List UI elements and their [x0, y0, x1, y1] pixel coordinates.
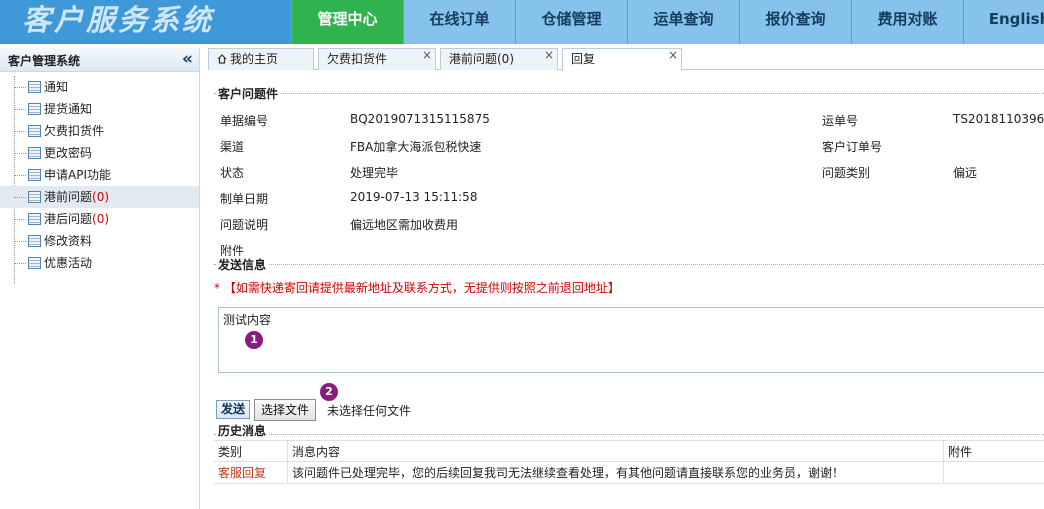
- close-icon[interactable]: ×: [668, 45, 678, 65]
- sidebar-item-label: 欠费扣货件: [44, 124, 105, 138]
- step-badge-2: 2: [320, 383, 338, 401]
- history-section-title: 历史消息: [216, 422, 269, 439]
- tab-arrears-hold[interactable]: 欠费扣货件 ×: [318, 48, 436, 70]
- row-content: 该问题件已处理完毕，您的后续回复我司无法继续查看处理，有其他问题请直接联系您的业…: [288, 462, 944, 484]
- app-title: 客户服务系统: [22, 3, 215, 37]
- tab-label: 我的主页: [230, 52, 279, 66]
- status-label: 状态: [220, 166, 245, 180]
- sidebar-item-pickup-notice[interactable]: 提货通知: [0, 98, 199, 120]
- sidebar-item-apply-api[interactable]: 申请API功能: [0, 164, 199, 186]
- nav-item-billing[interactable]: 费用对账: [851, 0, 963, 44]
- nav-item-quote-query[interactable]: 报价查询: [739, 0, 851, 44]
- created-date-value: 2019-07-13 15:11:58: [350, 190, 478, 204]
- sidebar-item-promotions[interactable]: 优惠活动: [0, 252, 199, 274]
- section-divider: [214, 434, 1044, 435]
- created-date-label: 制单日期: [220, 192, 269, 206]
- doc-no-value: BQ2019071315115875: [350, 112, 490, 126]
- history-table: 类别 消息内容 附件 客服回复 该问题件已处理完毕，您的后续回复我司无法继续查看…: [214, 440, 1044, 484]
- document-icon: [28, 169, 41, 181]
- sidebar-item-post-port-issues[interactable]: 港后问题(0): [0, 208, 199, 230]
- row-attachment: [944, 462, 1044, 484]
- section-divider: [214, 264, 1044, 265]
- history-header-row: 类别 消息内容 附件: [214, 440, 1044, 463]
- sidebar-item-label: 提货通知: [44, 102, 93, 116]
- sidebar-item-count: (0): [92, 212, 110, 226]
- sidebar-item-label: 通知: [44, 80, 69, 94]
- step-badge-1: 1: [245, 331, 263, 349]
- close-icon[interactable]: ×: [544, 45, 554, 65]
- waybill-value: TS201811039609: [953, 112, 1044, 126]
- sidebar: 客户管理系统 « 通知 提货通知 欠费扣货件 更改密码 申请API功能 港前问题…: [0, 48, 200, 509]
- column-header-type: 类别: [214, 441, 288, 463]
- category-value: 偏远: [953, 166, 978, 180]
- sidebar-title: 客户管理系统: [8, 54, 81, 68]
- section-divider: [214, 93, 1044, 94]
- document-icon: [28, 191, 41, 203]
- top-header: 客户服务系统 管理中心 在线订单 仓储管理 运单查询 报价查询 费用对账 Eng…: [0, 0, 1044, 44]
- close-icon[interactable]: ×: [422, 45, 432, 65]
- description-value: 偏远地区需加收费用: [350, 218, 459, 232]
- description-label: 问题说明: [220, 218, 269, 232]
- channel-label: 渠道: [220, 140, 245, 154]
- reply-panel: 客户问题件 单据编号 BQ2019071315115875 运单号 TS2018…: [208, 70, 1044, 509]
- document-icon: [28, 103, 41, 115]
- customer-order-label: 客户订单号: [822, 140, 883, 154]
- sidebar-item-arrears-hold[interactable]: 欠费扣货件: [0, 120, 199, 142]
- nav-item-management-center[interactable]: 管理中心: [291, 0, 403, 44]
- tab-label: 回复: [571, 52, 596, 66]
- sidebar-item-label: 更改密码: [44, 146, 93, 160]
- sidebar-item-notice[interactable]: 通知: [0, 76, 199, 98]
- file-status-text: 未选择任何文件: [327, 404, 412, 418]
- double-chevron-left-icon[interactable]: «: [182, 49, 193, 69]
- choose-file-button[interactable]: 选择文件: [254, 399, 317, 421]
- sidebar-item-label: 修改资料: [44, 234, 93, 248]
- send-section-title: 发送信息: [216, 256, 269, 273]
- row-type: 客服回复: [214, 462, 288, 484]
- nav-item-english[interactable]: English: [963, 0, 1044, 44]
- return-address-notice: * 【如需快递寄回请提供最新地址及联系方式，无提供则按照之前退回地址】: [214, 281, 620, 295]
- document-icon: [28, 81, 41, 93]
- status-value: 处理完毕: [350, 166, 399, 180]
- column-header-content: 消息内容: [288, 441, 944, 463]
- sidebar-item-edit-profile[interactable]: 修改资料: [0, 230, 199, 252]
- channel-value: FBA加拿大海派包税快速: [350, 140, 482, 154]
- nav-item-waybill-query[interactable]: 运单查询: [627, 0, 739, 44]
- main-nav: 管理中心 在线订单 仓储管理 运单查询 报价查询 费用对账 English: [291, 0, 1044, 44]
- sidebar-item-count: (0): [92, 190, 110, 204]
- tab-label: 港前问题(0): [449, 52, 514, 66]
- document-icon: [28, 257, 41, 269]
- home-icon: [217, 54, 227, 64]
- app-window: 客户服务系统 管理中心 在线订单 仓储管理 运单查询 报价查询 费用对账 Eng…: [0, 0, 1044, 509]
- tab-bar: 我的主页 欠费扣货件 × 港前问题(0) × 回复 ×: [208, 48, 1044, 71]
- table-row: 客服回复 该问题件已处理完毕，您的后续回复我司无法继续查看处理，有其他问题请直接…: [214, 462, 1044, 484]
- document-icon: [28, 125, 41, 137]
- waybill-label: 运单号: [822, 114, 859, 128]
- sidebar-item-pre-port-issues[interactable]: 港前问题(0): [0, 186, 199, 208]
- nav-item-warehouse[interactable]: 仓储管理: [515, 0, 627, 44]
- document-icon: [28, 147, 41, 159]
- nav-item-online-orders[interactable]: 在线订单: [403, 0, 515, 44]
- category-label: 问题类别: [822, 166, 871, 180]
- sidebar-tree: 通知 提货通知 欠费扣货件 更改密码 申请API功能 港前问题(0) 港后问题(…: [0, 72, 199, 284]
- document-icon: [28, 213, 41, 225]
- column-header-attachment: 附件: [948, 445, 973, 459]
- issue-section-title: 客户问题件: [216, 85, 281, 102]
- sidebar-item-label: 港前问题: [44, 190, 93, 204]
- sidebar-item-change-password[interactable]: 更改密码: [0, 142, 199, 164]
- sidebar-item-label: 港后问题: [44, 212, 93, 226]
- sidebar-item-label: 优惠活动: [44, 256, 93, 270]
- send-button[interactable]: 发送: [216, 400, 251, 419]
- document-icon: [28, 235, 41, 247]
- sidebar-item-label: 申请API功能: [44, 168, 111, 182]
- message-input[interactable]: 测试内容: [218, 307, 1044, 373]
- tab-reply[interactable]: 回复 ×: [562, 48, 682, 71]
- tab-home[interactable]: 我的主页: [208, 48, 314, 70]
- doc-no-label: 单据编号: [220, 114, 269, 128]
- tab-pre-port-issues[interactable]: 港前问题(0) ×: [440, 48, 558, 70]
- sidebar-header: 客户管理系统 «: [0, 48, 199, 72]
- tab-label: 欠费扣货件: [327, 52, 388, 66]
